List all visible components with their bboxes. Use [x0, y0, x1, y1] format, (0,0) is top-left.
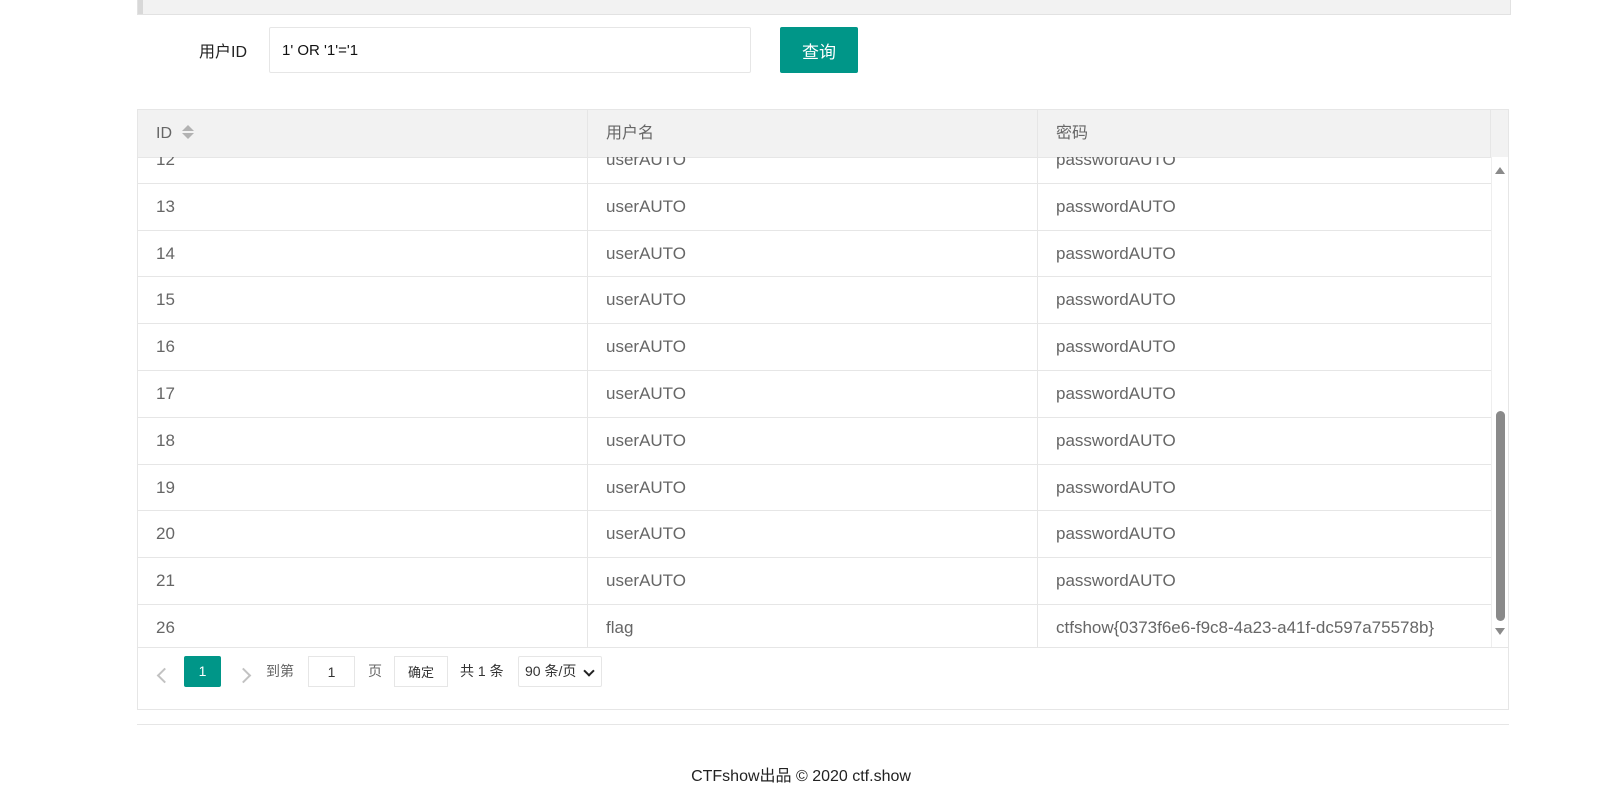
confirm-button[interactable]: 确定	[394, 656, 448, 687]
column-header-label: ID	[156, 125, 172, 142]
cell-id: 16	[138, 324, 588, 371]
table-body[interactable]: 12 userAUTO passwordAUTO 13 userAUTO password…	[138, 157, 1491, 647]
page-1-button[interactable]: 1	[184, 656, 221, 687]
column-header-label: 密码	[1056, 125, 1089, 142]
scroll-down-arrow-icon[interactable]	[1495, 628, 1505, 635]
cell-username: userAUTO	[588, 183, 1038, 230]
cell-username: flag	[588, 604, 1038, 647]
table-row[interactable]: 21 userAUTO passwordAUTO	[138, 558, 1491, 605]
prev-page-icon[interactable]	[156, 667, 173, 684]
next-page-icon[interactable]	[235, 667, 252, 684]
page-size-value: 90 条/页	[525, 663, 577, 679]
user-id-label: 用户ID	[199, 44, 248, 61]
table-row[interactable]: 14 userAUTO passwordAUTO	[138, 230, 1491, 278]
cell-username: userAUTO	[588, 277, 1038, 324]
column-header-username: 用户名	[588, 110, 1038, 157]
table-header: ID 用户名 密码	[138, 110, 1508, 158]
cell-username: userAUTO	[588, 464, 1038, 511]
table-row[interactable]: 18 userAUTO passwordAUTO	[138, 417, 1491, 465]
footer-text: CTFshow出品 © 2020 ctf.show	[691, 768, 911, 785]
cell-id: 14	[138, 230, 588, 277]
cell-password: passwordAUTO	[1056, 524, 1176, 544]
cell-password: passwordAUTO	[1056, 571, 1176, 591]
table-row[interactable]: 12 userAUTO passwordAUTO	[138, 157, 1491, 184]
table-row[interactable]: 13 userAUTO passwordAUTO	[138, 183, 1491, 231]
page-unit-label: 页	[368, 663, 382, 679]
table-row[interactable]: 17 userAUTO passwordAUTO	[138, 370, 1491, 418]
total-count: 共 1 条	[460, 663, 504, 679]
cell-id: 12	[138, 157, 588, 183]
scroll-thumb[interactable]	[1496, 411, 1505, 621]
cell-id: 17	[138, 370, 588, 417]
cell-username: userAUTO	[588, 558, 1038, 605]
pagination: 1 到第 页 确定 共 1 条 90 条/页	[138, 647, 1508, 709]
table-row[interactable]: 19 userAUTO passwordAUTO	[138, 464, 1491, 512]
cell-id: 18	[138, 417, 588, 464]
table-row[interactable]: 20 userAUTO passwordAUTO	[138, 511, 1491, 559]
cell-password: passwordAUTO	[1056, 383, 1176, 403]
user-table: ID 用户名 密码 12 userAUTO passwordAUTO 13 userAU…	[137, 109, 1509, 710]
cell-password: passwordAUTO	[1056, 157, 1176, 169]
cell-username: userAUTO	[588, 230, 1038, 277]
cell-password: passwordAUTO	[1056, 243, 1176, 263]
cell-id: 13	[138, 183, 588, 230]
cell-username: userAUTO	[588, 417, 1038, 464]
cell-password: passwordAUTO	[1056, 337, 1176, 357]
cell-id: 21	[138, 558, 588, 605]
sort-icon[interactable]	[182, 124, 194, 140]
cell-username: userAUTO	[588, 511, 1038, 558]
column-header-label: 用户名	[606, 125, 655, 142]
cell-id: 20	[138, 511, 588, 558]
scroll-up-arrow-icon[interactable]	[1495, 167, 1505, 174]
goto-label: 到第	[266, 663, 294, 679]
table-row[interactable]: 26 flag ctfshow{0373f6e6-f9c8-4a23-a41f-dc…	[138, 604, 1491, 647]
user-id-input[interactable]	[269, 27, 751, 73]
cell-id: 15	[138, 277, 588, 324]
footer-divider	[137, 724, 1509, 725]
cell-username: userAUTO	[588, 324, 1038, 371]
cell-username: userAUTO	[588, 157, 1038, 183]
table-row[interactable]: 15 userAUTO passwordAUTO	[138, 277, 1491, 325]
cell-id: 26	[138, 604, 588, 647]
cell-password: ctfshow{0373f6e6-f9c8-4a23-a41f-dc597a75…	[1056, 617, 1435, 637]
column-header-password: 密码	[1038, 110, 1491, 157]
cell-password: passwordAUTO	[1056, 430, 1176, 450]
page-size-select[interactable]: 90 条/页	[518, 656, 602, 687]
table-row[interactable]: 16 userAUTO passwordAUTO	[138, 324, 1491, 371]
chevron-down-icon	[583, 665, 595, 677]
table-scrollbar[interactable]	[1491, 157, 1508, 647]
query-button[interactable]: 查询	[780, 27, 858, 73]
cell-password: passwordAUTO	[1056, 477, 1176, 497]
cell-username: userAUTO	[588, 370, 1038, 417]
cell-password: passwordAUTO	[1056, 196, 1176, 216]
cell-id: 19	[138, 464, 588, 511]
goto-page-input[interactable]	[308, 656, 355, 687]
column-header-id[interactable]: ID	[138, 110, 588, 157]
top-panel-strip	[137, 0, 1511, 15]
cell-password: passwordAUTO	[1056, 290, 1176, 310]
